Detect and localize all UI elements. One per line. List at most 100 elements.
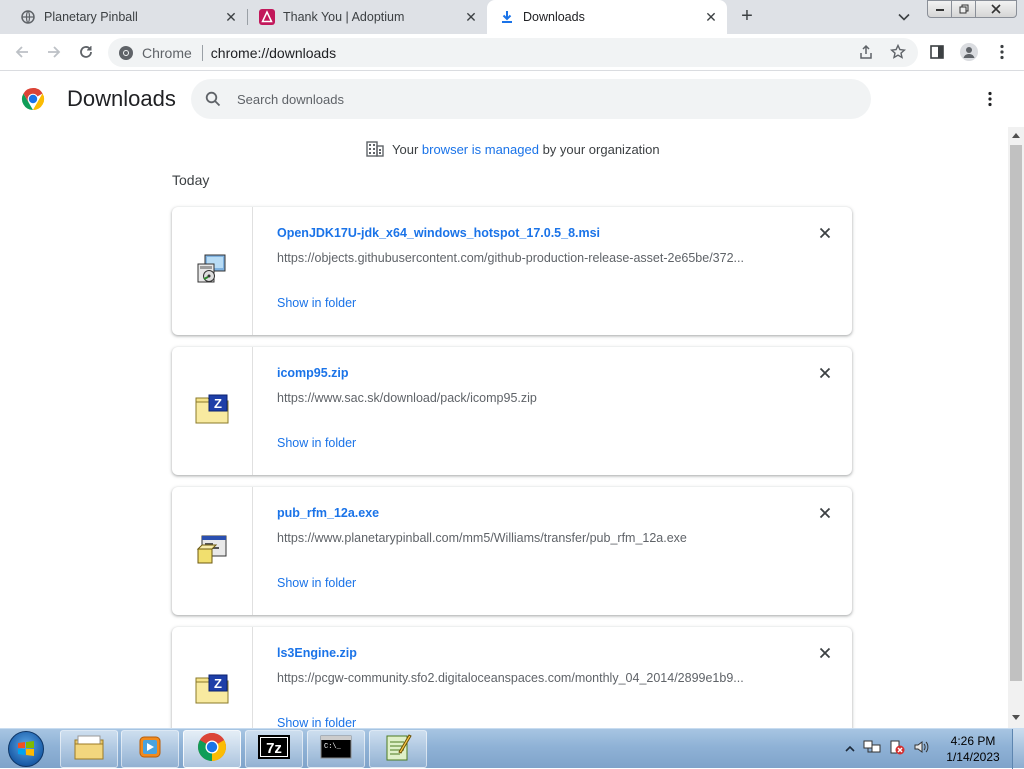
new-tab-button[interactable]: +: [737, 6, 757, 27]
close-icon[interactable]: ✕: [223, 9, 239, 25]
download-icon: [499, 9, 515, 25]
divider: [201, 44, 203, 61]
bookmark-star-icon[interactable]: [889, 43, 907, 61]
browser-toolbar: Chrome chrome://downloads: [0, 34, 1024, 71]
reload-button[interactable]: [76, 42, 96, 62]
taskbar-media-player-button[interactable]: [121, 730, 179, 768]
source-url[interactable]: https://www.sac.sk/download/pack/icomp95…: [277, 391, 537, 405]
windows-explorer-icon: [74, 734, 104, 765]
download-item: Z ls3Engine.zip https://pcgw-community.s…: [172, 627, 852, 728]
close-icon[interactable]: ✕: [703, 9, 719, 25]
tab-downloads[interactable]: Downloads ✕: [487, 0, 727, 34]
share-icon[interactable]: [857, 43, 875, 61]
show-in-folder-link[interactable]: Show in folder: [277, 576, 356, 590]
source-url[interactable]: https://pcgw-community.sfo2.digitalocean…: [277, 671, 744, 685]
tab-strip: Planetary Pinball ✕ Thank You | Adoptium…: [0, 0, 1024, 34]
search-icon: [205, 91, 221, 107]
file-name-link[interactable]: ls3Engine.zip: [277, 646, 357, 660]
file-icon-column: [172, 207, 253, 335]
remove-from-list-icon[interactable]: [817, 225, 833, 241]
scroll-down-arrow-icon[interactable]: [1012, 715, 1020, 720]
source-url[interactable]: https://objects.githubusercontent.com/gi…: [277, 251, 744, 265]
remove-from-list-icon[interactable]: [817, 505, 833, 521]
file-icon-column: Z: [172, 347, 253, 475]
taskbar-cmd-button[interactable]: C:\_: [307, 730, 365, 768]
show-desktop-button[interactable]: [1012, 729, 1024, 769]
downloads-page: Downloads Your browser is managed by you…: [0, 71, 1024, 728]
managed-notice: Your browser is managed by your organiza…: [366, 140, 660, 158]
side-panel-icon[interactable]: [928, 43, 946, 61]
start-button[interactable]: [4, 730, 48, 768]
file-icon-column: Z: [172, 627, 253, 728]
tab-adoptium[interactable]: Thank You | Adoptium ✕: [239, 0, 487, 34]
action-center-warning-icon[interactable]: [889, 739, 905, 760]
clock-date: 1/14/2023: [946, 750, 1000, 764]
taskbar-chrome-button[interactable]: [183, 730, 241, 768]
chrome-logo-icon: [21, 87, 45, 111]
page-title: Downloads: [67, 86, 176, 111]
search-input[interactable]: [237, 91, 837, 107]
date-group-heading: Today: [172, 172, 210, 188]
adoptium-icon: [259, 9, 275, 25]
window-controls: [927, 0, 1017, 18]
svg-text:Z: Z: [214, 396, 222, 411]
globe-icon: [20, 9, 36, 25]
source-url[interactable]: https://www.planetarypinball.com/mm5/Wil…: [277, 531, 687, 545]
downloads-menu-kebab-icon[interactable]: [980, 89, 1000, 109]
7zip-icon: 7z: [258, 734, 290, 764]
taskbar-notepad-button[interactable]: [369, 730, 427, 768]
zip-archive-icon: Z: [195, 394, 229, 429]
network-icon[interactable]: [863, 739, 881, 760]
forward-button[interactable]: [44, 42, 64, 62]
building-icon: [366, 141, 384, 157]
tab-search-chevron-icon[interactable]: [897, 10, 911, 24]
svg-text:Z: Z: [214, 676, 222, 691]
taskbar-explorer-button[interactable]: [60, 730, 118, 768]
exe-application-icon: [195, 532, 229, 571]
tab-title: Thank You | Adoptium: [283, 10, 405, 24]
remove-from-list-icon[interactable]: [817, 365, 833, 381]
minimize-button[interactable]: [927, 0, 952, 18]
download-item: OpenJDK17U-jdk_x64_windows_hotspot_17.0.…: [172, 207, 852, 335]
url-text: chrome://downloads: [210, 44, 337, 61]
search-downloads-box[interactable]: [191, 79, 871, 119]
file-name-link[interactable]: OpenJDK17U-jdk_x64_windows_hotspot_17.0.…: [277, 226, 600, 240]
taskbar-7zip-button[interactable]: 7z: [245, 730, 303, 768]
volume-icon[interactable]: [913, 739, 929, 760]
system-tray: [845, 739, 929, 759]
windows-taskbar: 7z C:\_ 4:26 PM 1/14/2023: [0, 728, 1024, 769]
show-in-folder-link[interactable]: Show in folder: [277, 716, 356, 728]
scroll-up-arrow-icon[interactable]: [1012, 133, 1020, 138]
show-hidden-icons-icon[interactable]: [845, 740, 855, 758]
close-icon[interactable]: ✕: [463, 9, 479, 25]
download-item: Z icomp95.zip https://www.sac.sk/downloa…: [172, 347, 852, 475]
browser-managed-link[interactable]: browser is managed: [422, 142, 539, 157]
show-in-folder-link[interactable]: Show in folder: [277, 296, 356, 310]
file-icon-column: [172, 487, 253, 615]
page-scrollbar[interactable]: [1008, 127, 1024, 728]
show-in-folder-link[interactable]: Show in folder: [277, 436, 356, 450]
svg-text:7z: 7z: [266, 740, 282, 757]
msi-installer-icon: [195, 252, 229, 291]
media-player-icon: [137, 734, 163, 765]
scrollbar-thumb[interactable]: [1010, 145, 1022, 681]
menu-kebab-icon[interactable]: [993, 43, 1011, 61]
restore-button[interactable]: [951, 0, 976, 18]
managed-prefix: Your: [392, 141, 422, 157]
remove-from-list-icon[interactable]: [817, 645, 833, 661]
profile-avatar-icon[interactable]: [960, 43, 978, 61]
file-name-link[interactable]: icomp95.zip: [277, 366, 349, 380]
file-name-link[interactable]: pub_rfm_12a.exe: [277, 506, 379, 520]
page-header: Downloads: [0, 71, 1008, 127]
back-button[interactable]: [12, 42, 32, 62]
tab-title: Downloads: [523, 10, 585, 24]
address-bar[interactable]: Chrome chrome://downloads: [108, 38, 918, 67]
tab-title: Planetary Pinball: [44, 10, 138, 24]
zip-archive-icon: Z: [195, 674, 229, 709]
close-window-button[interactable]: [975, 0, 1017, 18]
taskbar-clock[interactable]: 4:26 PM 1/14/2023: [940, 733, 1006, 765]
command-prompt-icon: C:\_: [320, 735, 352, 764]
scheme-label: Chrome: [142, 44, 192, 61]
tab-planetary-pinball[interactable]: Planetary Pinball ✕: [0, 0, 247, 34]
clock-time: 4:26 PM: [950, 734, 996, 748]
